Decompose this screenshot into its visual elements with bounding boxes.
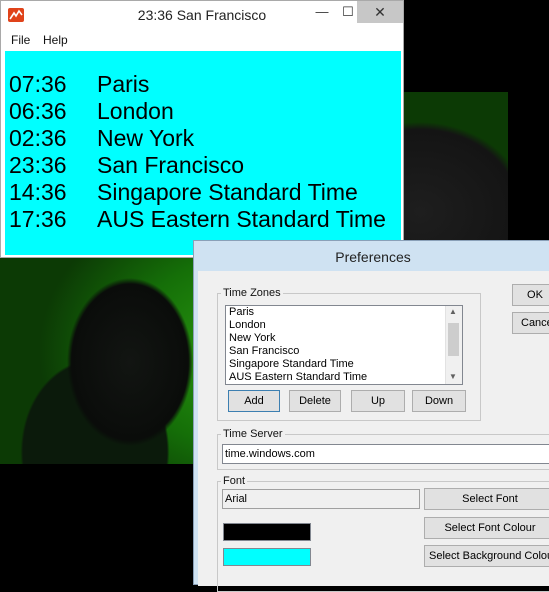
clock-window: 23:36 San Francisco — ☐ ✕ File Help 07:3…: [0, 0, 404, 258]
clock-time: 06:36: [9, 98, 67, 124]
cancel-button[interactable]: Cance: [512, 312, 549, 334]
clock-time: 14:36: [9, 179, 67, 205]
dialog-title: Preferences: [335, 249, 411, 265]
clock-time: 17:36: [9, 206, 67, 232]
clock-time: 02:36: [9, 125, 67, 151]
select-background-colour-button[interactable]: Select Background Colour: [424, 545, 549, 567]
close-button[interactable]: ✕: [357, 1, 403, 23]
list-item[interactable]: New York: [226, 332, 462, 345]
down-button[interactable]: Down: [412, 390, 466, 412]
clock-row: 06:36 London: [9, 98, 174, 125]
clock-time: 07:36: [9, 71, 67, 97]
clock-zone: New York: [97, 125, 195, 151]
preferences-dialog: Preferences Time Zones Paris London New …: [193, 240, 549, 592]
up-button[interactable]: Up: [351, 390, 405, 412]
clock-time: 23:36: [9, 152, 67, 178]
select-font-button[interactable]: Select Font: [424, 488, 549, 510]
clock-row: 07:36 Paris: [9, 71, 149, 98]
clock-zone: AUS Eastern Standard Time: [97, 206, 386, 232]
list-item[interactable]: Singapore Standard Time: [226, 358, 462, 371]
ok-button[interactable]: OK: [512, 284, 549, 306]
clock-display: 07:36 Paris 06:36 London 02:36 New York 23:…: [5, 51, 401, 255]
font-colour-swatch: [223, 523, 311, 541]
clock-zone: London: [97, 98, 174, 124]
clock-zone: Singapore Standard Time: [97, 179, 358, 205]
add-button[interactable]: Add: [228, 390, 280, 412]
font-name-field: Arial: [222, 489, 420, 509]
clock-row: 23:36 San Francisco: [9, 152, 244, 179]
title-bar[interactable]: 23:36 San Francisco — ☐ ✕: [1, 1, 403, 31]
menu-file[interactable]: File: [11, 33, 30, 47]
clock-zone: San Francisco: [97, 152, 245, 178]
scroll-thumb[interactable]: [448, 323, 459, 356]
font-legend: Font: [223, 475, 246, 487]
time-zones-list[interactable]: Paris London New York San Francisco Sing…: [225, 305, 463, 385]
list-item[interactable]: AUS Eastern Standard Time: [226, 371, 462, 384]
scroll-up-icon[interactable]: ▲: [449, 307, 457, 316]
clock-row: 17:36 AUS Eastern Standard Time: [9, 206, 386, 233]
select-font-colour-button[interactable]: Select Font Colour: [424, 517, 549, 539]
background-figure: [60, 262, 200, 464]
scroll-down-icon[interactable]: ▼: [449, 372, 457, 381]
time-server-legend: Time Server: [223, 428, 283, 440]
time-zones-legend: Time Zones: [223, 287, 281, 299]
list-item[interactable]: Paris: [226, 306, 462, 319]
menu-help[interactable]: Help: [43, 33, 68, 47]
clock-row: 14:36 Singapore Standard Time: [9, 179, 358, 206]
clock-zone: Paris: [97, 71, 150, 97]
list-item[interactable]: London: [226, 319, 462, 332]
list-scrollbar[interactable]: ▲ ▼: [445, 306, 462, 384]
background-colour-swatch: [223, 548, 311, 566]
delete-button[interactable]: Delete: [289, 390, 341, 412]
time-server-input[interactable]: time.windows.com: [222, 444, 549, 464]
clock-row: 02:36 New York: [9, 125, 194, 152]
menu-bar: File Help: [1, 31, 403, 51]
list-item[interactable]: San Francisco: [226, 345, 462, 358]
dialog-body: Time Zones Paris London New York San Fra…: [198, 271, 549, 592]
